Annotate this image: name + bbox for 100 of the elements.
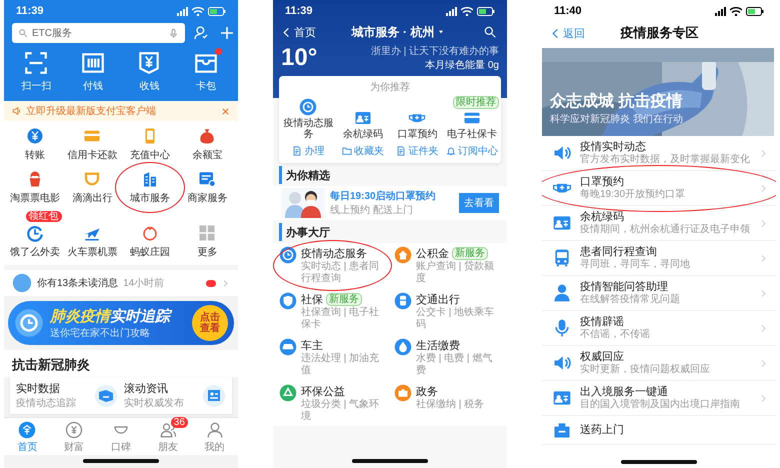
- clock-time: 11:40: [554, 5, 582, 17]
- battery-icon: [746, 6, 764, 16]
- app-shortcut[interactable]: 余额宝: [178, 125, 236, 164]
- close-icon: [221, 106, 230, 116]
- clock-icon: [14, 308, 44, 338]
- tag: 新服务: [452, 247, 488, 260]
- list-row[interactable]: 余杭绿码 疫情期间，杭州余杭通行证及电子申领: [542, 206, 776, 241]
- cup-outline-icon: [83, 170, 102, 188]
- chevron-icon: [221, 278, 230, 288]
- service-title: 疫情动态服务: [301, 246, 367, 260]
- id-card-icon: [354, 109, 372, 127]
- panel-icon: [198, 170, 216, 188]
- list-row[interactable]: 权威回应 实时更新，疫情问题权威回应: [542, 346, 776, 381]
- city-selector[interactable]: 城市服务 · 杭州: [352, 24, 446, 40]
- home-icon: [18, 421, 36, 439]
- tab[interactable]: 财富: [50, 421, 98, 454]
- service-item[interactable]: 政务 社保缴纳 | 税务: [394, 384, 501, 423]
- service-shortcut[interactable]: 疫情动态服务: [281, 98, 336, 140]
- car-icon: [279, 338, 297, 356]
- banner-title: 肺炎疫情实时追踪: [50, 306, 186, 326]
- row-subtitle: 寻同班，寻同车，寻同地: [580, 259, 691, 271]
- service-item[interactable]: 交通出行 公交卡 | 地铁乘车码: [394, 292, 501, 331]
- wifi-icon: [730, 6, 742, 16]
- clock-icon: [26, 224, 44, 242]
- app-shortcut[interactable]: 充值中心: [121, 125, 178, 164]
- hero-subtitle: 科学应对新冠肺炎 我们在行动: [550, 112, 683, 126]
- briefcase-icon: [394, 384, 412, 402]
- drop-icon: [394, 338, 412, 356]
- app-shortcut[interactable]: 滴滴出行: [64, 168, 121, 207]
- service-item[interactable]: 公积金 新服务 账户查询 | 贷款额度: [394, 246, 501, 285]
- chevron-icon: [759, 324, 768, 332]
- list-row[interactable]: 出入境服务一键通 目的国入境管制及国内出境口岸指南: [542, 381, 776, 416]
- service-item[interactable]: 社保 新服务 社保查询 | 电子社保卡: [279, 292, 386, 331]
- app-shortcut[interactable]: 淘票票电影: [6, 168, 64, 207]
- row-title: 送药上门: [580, 423, 625, 437]
- message-text: 你有13条未读消息: [37, 276, 118, 290]
- app-shortcut[interactable]: 商家服务: [178, 168, 236, 207]
- row-subtitle: 疫情期间，杭州余杭通行证及电子申领: [580, 224, 751, 236]
- service-item[interactable]: 疫情动态服务 实时动态 | 患者同行程查询: [279, 246, 386, 285]
- person-icon: [206, 421, 224, 439]
- list-row[interactable]: 疫情智能问答助理 在线解答疫情常见问题: [542, 276, 776, 311]
- message-bar[interactable]: 你有13条未读消息 14小时前: [4, 270, 238, 296]
- tab[interactable]: 我的: [191, 421, 238, 454]
- list-row[interactable]: 送药上门: [542, 416, 776, 445]
- back-button[interactable]: 首页: [281, 24, 316, 40]
- app-shortcut[interactable]: 蚂蚁庄园: [121, 222, 178, 261]
- message-time: 14小时前: [123, 276, 166, 290]
- coin-icon: [65, 421, 84, 439]
- quick-action[interactable]: 卡包: [178, 48, 234, 95]
- bag-icon: [198, 127, 216, 145]
- card-subtitle: 疫情动态追踪: [16, 396, 76, 410]
- service-title: 车主: [301, 338, 323, 352]
- service-shortcut[interactable]: 余杭绿码: [336, 109, 390, 140]
- shortcut-link[interactable]: 收藏夹: [336, 144, 390, 158]
- list-row[interactable]: 疫情实时动态 官方发布实时数据，及时掌握最新变化: [542, 136, 776, 171]
- train-icon: [394, 292, 412, 310]
- service-item[interactable]: 环保公益 垃圾分类 | 气象环境: [279, 384, 386, 423]
- avatar-icon: [12, 273, 32, 293]
- banner-subtitle: 送你宅在家不出门攻略: [50, 326, 151, 340]
- app-shortcut[interactable]: 城市服务: [121, 168, 178, 207]
- app-shortcut[interactable]: 更多: [178, 222, 236, 261]
- quick-action[interactable]: 付钱: [64, 48, 121, 95]
- promo-badge: 领红包: [26, 211, 62, 222]
- app-shortcut[interactable]: 转账: [6, 125, 64, 164]
- shortcut-link[interactable]: 订阅中心: [444, 144, 499, 158]
- service-shortcut[interactable]: 电子社保卡: [444, 109, 499, 140]
- bell-icon: [446, 146, 456, 156]
- service-item[interactable]: 生活缴费 水费 | 电费 | 燃气费: [394, 338, 501, 377]
- quick-action[interactable]: 收钱: [121, 48, 178, 95]
- row-subtitle: 实时更新，疫情问题权威回应: [580, 364, 711, 376]
- service-subtitle: 违法处理 | 加油充值: [301, 353, 380, 377]
- list-row[interactable]: 患者同行程查询 寻同班，寻同车，寻同地: [542, 241, 776, 276]
- quick-action[interactable]: 扫一扫: [8, 48, 64, 95]
- service-title: 社保: [301, 293, 323, 306]
- folder-icon: [342, 146, 352, 156]
- close-button[interactable]: [221, 106, 230, 116]
- row-title: 疫情辟谣: [580, 315, 625, 328]
- clock-icon: [299, 98, 318, 116]
- list-row[interactable]: 疫情辟谣 不信谣，不传谣: [542, 311, 776, 346]
- app-shortcut[interactable]: 饿了么外卖: [6, 222, 64, 261]
- service-shortcut[interactable]: 口罩预约: [390, 109, 444, 140]
- promo-banner[interactable]: 肺炎疫情实时追踪 送你宅在家不出门攻略 点击查看: [8, 301, 234, 345]
- row-title: 余杭绿码: [580, 210, 625, 224]
- service-subtitle: 公交卡 | 地铁乘车码: [416, 307, 496, 331]
- search-input[interactable]: ETC服务: [32, 28, 164, 38]
- grid-icon: [198, 224, 216, 242]
- shield-icon: [279, 292, 297, 310]
- app-shortcut[interactable]: 火车票机票: [64, 222, 121, 261]
- app-shortcut[interactable]: 信用卡还款: [64, 125, 121, 164]
- service-subtitle: 社保查询 | 电子社保卡: [301, 307, 380, 331]
- service-title: 政务: [416, 385, 438, 398]
- tab[interactable]: 口碑: [98, 421, 144, 454]
- card-subtitle: 实时权威发布: [124, 396, 184, 410]
- row-title: 权威回应: [580, 350, 625, 364]
- list-row[interactable]: 口罩预约 每晚19:30开放预约口罩: [542, 171, 776, 206]
- back-button[interactable]: 返回: [550, 26, 585, 40]
- chevron-icon: [759, 218, 768, 228]
- service-item[interactable]: 车主 违法处理 | 加油充值: [279, 338, 386, 377]
- search-field[interactable]: ETC服务: [12, 23, 185, 43]
- chevron-icon: [759, 394, 768, 402]
